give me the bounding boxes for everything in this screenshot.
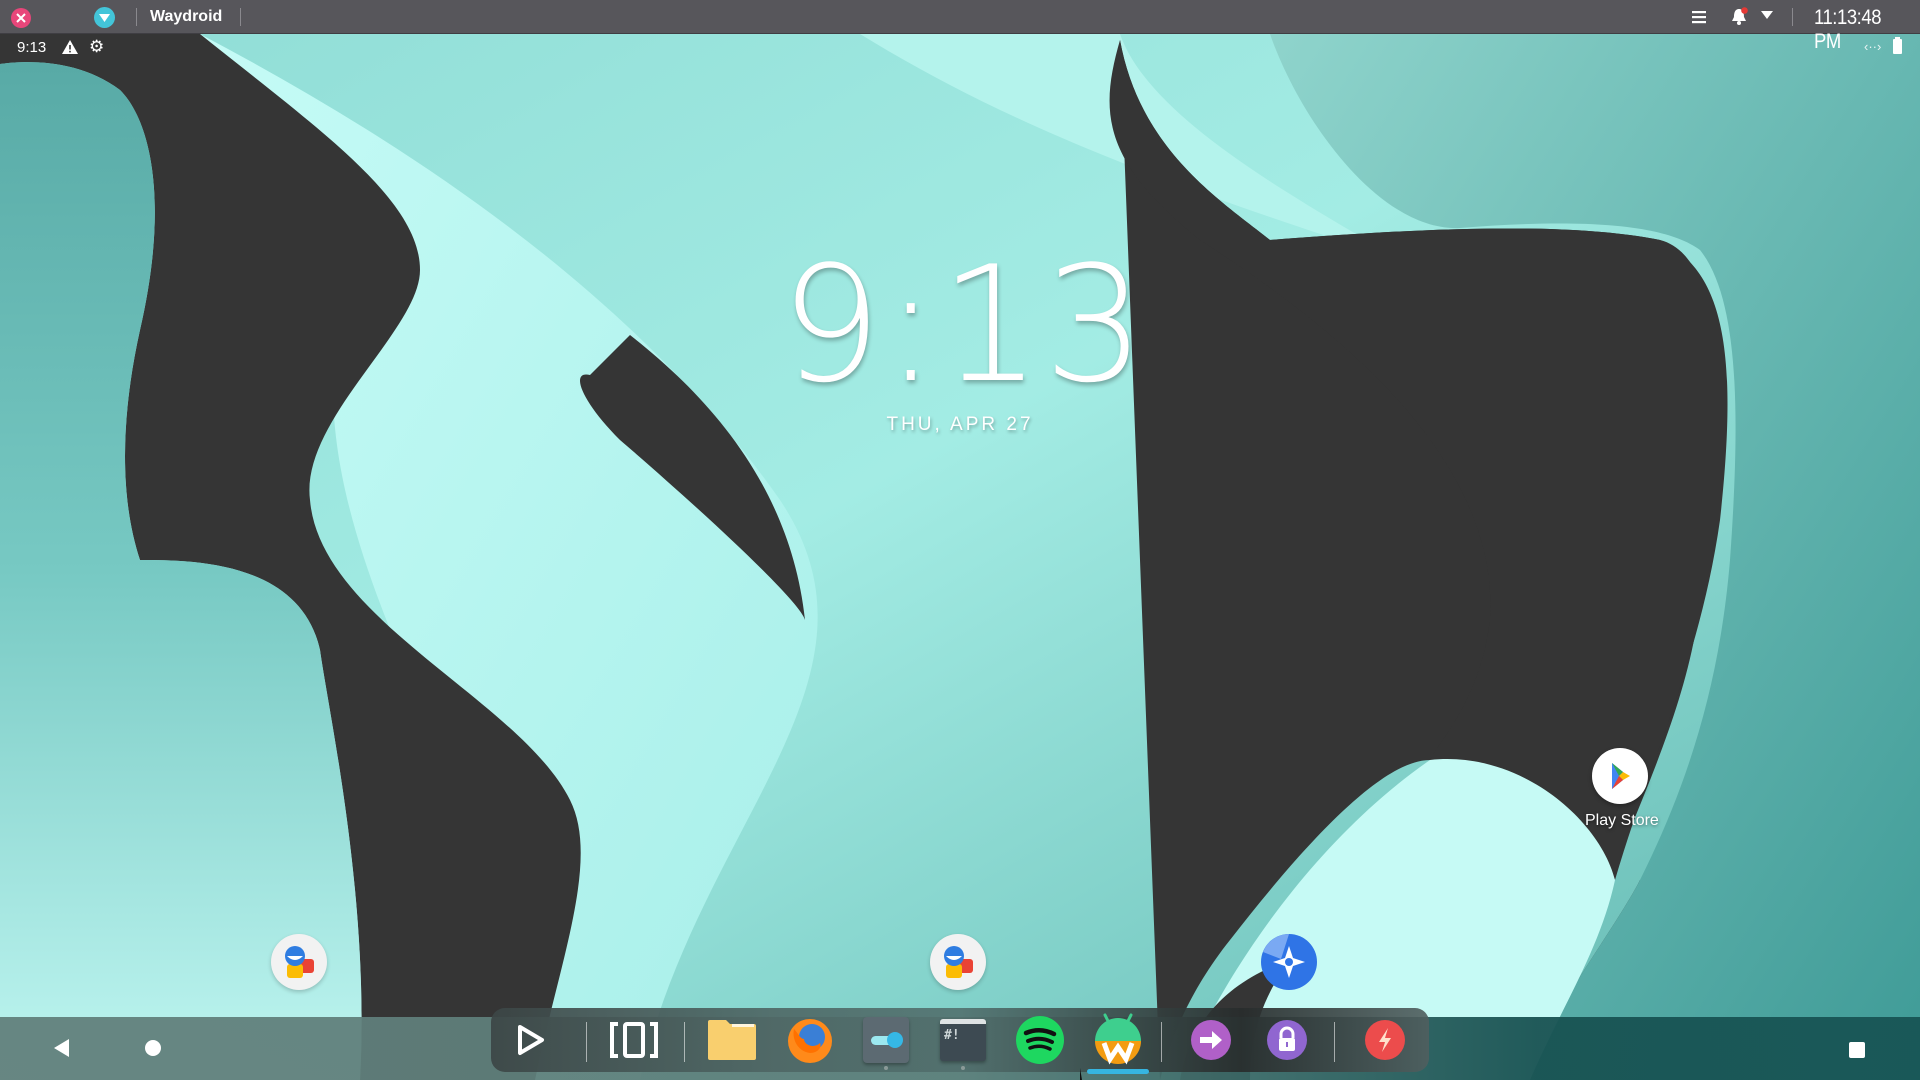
separator [136, 8, 137, 26]
dock-separator [586, 1022, 587, 1062]
clock-widget[interactable]: 9:13 THU, APR 27 [780, 231, 1148, 436]
warning-icon [62, 40, 78, 54]
back-triangle-icon[interactable] [54, 1039, 69, 1057]
close-icon[interactable] [11, 8, 31, 28]
toggle-icon [863, 1017, 909, 1063]
separator [240, 8, 241, 26]
notification-badge [1741, 7, 1748, 14]
play-store-icon[interactable] [1592, 748, 1648, 804]
contacts-app-icon[interactable] [271, 934, 327, 990]
dock-separator [684, 1022, 685, 1062]
recents-square-icon[interactable] [1849, 1042, 1865, 1058]
hamburger-menu-icon[interactable] [1690, 8, 1708, 26]
dock-launcher-button[interactable] [513, 1008, 549, 1072]
waydroid-android-icon [1095, 1013, 1141, 1065]
caret-down-icon[interactable] [1761, 11, 1773, 19]
dock-firefox-button[interactable] [781, 1008, 837, 1072]
bracket-zero-icon [610, 1022, 658, 1058]
play-store-label[interactable]: Play Store [1585, 812, 1659, 830]
status-time: 9:13 [17, 39, 47, 56]
folder-icon [708, 1020, 756, 1060]
bell-icon[interactable] [1728, 6, 1750, 28]
gear-icon: ⚙ [89, 37, 105, 56]
wallpaper [0, 0, 1920, 1080]
mouse-cursor [1080, 1068, 1082, 1080]
spotify-icon [1016, 1016, 1064, 1064]
battery-icon [1893, 37, 1902, 54]
window-title: Waydroid [150, 8, 223, 25]
dock-settings-button[interactable] [858, 1008, 914, 1072]
dock-separator [1161, 1022, 1162, 1062]
waydroid-icon[interactable] [94, 7, 115, 28]
separator [1792, 8, 1793, 26]
compass-app-icon[interactable] [1261, 934, 1317, 990]
dock-files-button[interactable] [704, 1008, 760, 1072]
running-indicator [884, 1066, 888, 1070]
firefox-icon [788, 1019, 832, 1063]
clock-time: 9:13 [780, 231, 1148, 418]
dock-separator [1334, 1022, 1335, 1062]
terminal-icon: #! [940, 1019, 986, 1061]
dock: #! [491, 1008, 1429, 1074]
lightning-icon [1365, 1020, 1405, 1060]
dock-workspaces-button[interactable] [606, 1008, 662, 1072]
running-indicator [961, 1066, 965, 1070]
home-circle-icon[interactable] [145, 1040, 161, 1056]
waydroid-screen: Waydroid 11:13:48 PM 9:13 ⚙ ‹··› 9:13 TH… [0, 0, 1920, 1080]
host-top-panel: Waydroid 11:13:48 PM [0, 0, 1920, 53]
dock-terminal-button[interactable]: #! [935, 1008, 991, 1072]
dock-power-button[interactable] [1357, 1008, 1413, 1072]
contacts-app-icon[interactable] [930, 934, 986, 990]
data-transfer-icon: ‹··› [1864, 39, 1882, 54]
dock-logout-button[interactable] [1183, 1008, 1239, 1072]
dock-lock-button[interactable] [1259, 1008, 1315, 1072]
android-status-bar[interactable]: 9:13 ⚙ ‹··› [0, 35, 1920, 59]
dock-spotify-button[interactable] [1012, 1008, 1068, 1072]
dock-waydroid-button[interactable] [1087, 1008, 1149, 1074]
arrow-right-icon [1191, 1020, 1231, 1060]
play-outline-icon [518, 1025, 544, 1055]
lock-icon [1267, 1020, 1307, 1060]
active-app-indicator [1087, 1069, 1149, 1074]
